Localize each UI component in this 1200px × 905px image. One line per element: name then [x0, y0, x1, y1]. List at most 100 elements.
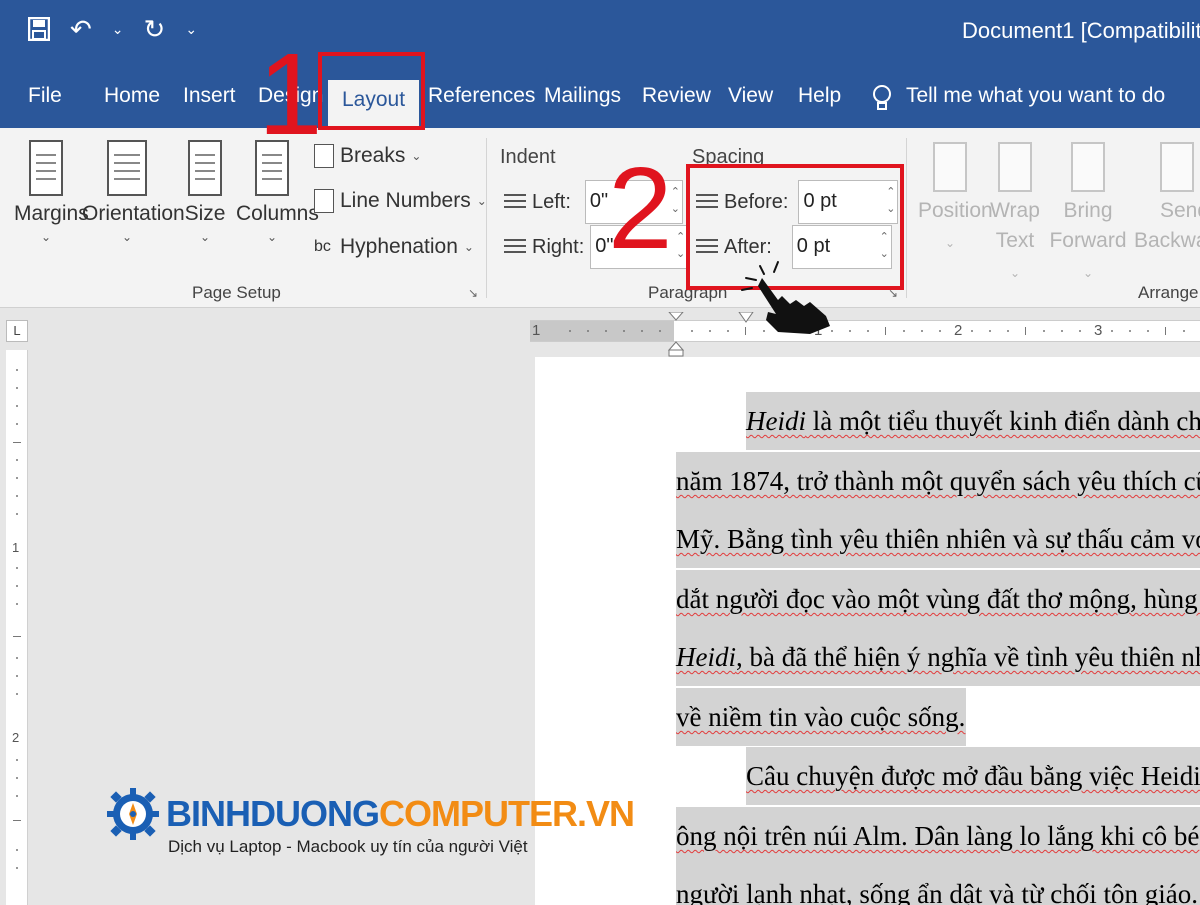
- tab-insert[interactable]: Insert: [183, 84, 236, 108]
- doc-line: người lạnh nhạt, sống ẩn dật và từ chối …: [676, 865, 1200, 905]
- doc-text: người lạnh nhạt, sống ẩn dật và từ chối …: [676, 879, 1200, 905]
- page-setup-group-label: Page Setup: [192, 283, 281, 302]
- tell-me-box[interactable]: Tell me what you want to do: [872, 84, 1165, 118]
- bring-forward-button[interactable]: Bring Forward ⌄: [1046, 142, 1130, 288]
- tab-help[interactable]: Help: [798, 84, 841, 108]
- tab-selector[interactable]: L: [6, 320, 28, 342]
- indent-left-icon: [504, 192, 526, 212]
- indent-right-label: Right:: [532, 235, 585, 258]
- document-page[interactable]: Heidi là một tiểu thuyết kinh điển dành …: [535, 357, 1200, 905]
- horizontal-ruler[interactable]: 1 1 2 3: [530, 320, 1200, 342]
- vertical-ruler[interactable]: 1 2: [6, 350, 28, 905]
- brand-name: BINHDUONGCOMPUTER.VN: [166, 793, 635, 835]
- doc-text: Câu chuyện được mở đầu bằng việc Heidi: [746, 761, 1200, 791]
- doc-text: , bà đã thể hiện ý nghĩa về tình yêu thi…: [736, 642, 1200, 672]
- position-icon: [933, 142, 967, 192]
- hand-pointer-icon: [741, 261, 830, 334]
- undo-icon[interactable]: ↶: [70, 14, 92, 44]
- page-setup-launcher-icon[interactable]: ↘: [468, 286, 478, 300]
- tab-mailings[interactable]: Mailings: [544, 84, 621, 108]
- doc-line: dắt người đọc vào một vùng đất thơ mộng,…: [676, 570, 1200, 628]
- doc-text: Mỹ. Bằng tình yêu thiên nhiên và sự thấu…: [676, 524, 1200, 554]
- doc-text: dắt người đọc vào một vùng đất thơ mộng,…: [676, 584, 1200, 614]
- position-label: Position: [918, 199, 993, 222]
- wrap-text-button[interactable]: Wrap Text ⌄: [988, 142, 1042, 288]
- size-label: Size: [184, 202, 226, 225]
- wrap-text-icon: [998, 142, 1032, 192]
- position-button[interactable]: Position ⌄: [918, 142, 993, 258]
- doc-line: năm 1874, trở thành một quyển sách yêu t…: [676, 452, 1200, 510]
- tab-file[interactable]: File: [28, 84, 62, 108]
- wrap-text-label-2: Text: [995, 229, 1035, 252]
- title-bar: ↶ ⌄ ↻ ⌄ Document1 [Compatibility Mo File…: [0, 0, 1200, 128]
- tab-references[interactable]: References: [428, 84, 535, 108]
- indent-marker-icon[interactable]: [666, 312, 686, 358]
- doc-text: ông nội trên núi Alm. Dân làng lo lắng k…: [676, 821, 1200, 851]
- brand-tagline: Dịch vụ Laptop - Macbook uy tín của ngườ…: [168, 837, 528, 856]
- tab-view[interactable]: View: [728, 84, 773, 108]
- hyphenation-icon: bc: [314, 238, 331, 255]
- ruler-ticks: [569, 327, 1185, 335]
- chevron-down-icon: ⌄: [1009, 266, 1021, 280]
- size-icon: [188, 140, 222, 196]
- spin-arrows-icon[interactable]: ⌃ ⌄: [676, 229, 685, 263]
- indent-left-label: Left:: [532, 190, 571, 213]
- line-numbers-label: Line Numbers: [340, 189, 471, 212]
- wrap-text-label-1: Wrap: [990, 199, 1040, 222]
- chevron-down-icon: ⌄: [463, 240, 474, 254]
- orientation-label: Orientation: [82, 202, 185, 225]
- send-backward-icon: [1160, 142, 1194, 192]
- tell-me-text: Tell me what you want to do: [906, 84, 1166, 107]
- doc-line: ông nội trên núi Alm. Dân làng lo lắng k…: [676, 807, 1200, 865]
- chevron-down-icon: ⌄: [266, 230, 278, 244]
- margins-icon: [29, 140, 63, 196]
- orientation-icon: [107, 140, 147, 196]
- size-button[interactable]: Size ⌄: [184, 140, 226, 244]
- step-2-number: 2: [608, 143, 673, 273]
- brand-part-1: BINHDUONG: [166, 793, 380, 834]
- customize-qat-icon[interactable]: ⌄: [185, 14, 197, 44]
- step-1-number: 1: [258, 29, 323, 159]
- doc-line: Heidi, bà đã thể hiện ý nghĩa về tình yê…: [676, 628, 1200, 686]
- chevron-down-icon: ⌄: [411, 149, 422, 163]
- bring-forward-icon: [1071, 142, 1105, 192]
- tab-review[interactable]: Review: [642, 84, 711, 108]
- group-separator: [906, 138, 907, 298]
- margins-label: Margins: [14, 202, 89, 225]
- line-numbers-icon: [314, 189, 334, 213]
- doc-text: là một tiểu thuyết kinh điển dành cho: [806, 406, 1200, 436]
- orientation-button[interactable]: Orientation ⌄: [82, 140, 185, 244]
- line-numbers-button[interactable]: Line Numbers ⌄: [314, 189, 487, 213]
- breaks-button[interactable]: Breaks ⌄: [314, 144, 421, 168]
- chevron-down-icon: ⌄: [1082, 266, 1094, 280]
- redo-icon[interactable]: ↻: [144, 14, 166, 44]
- breaks-label: Breaks: [340, 144, 406, 167]
- indent-right-icon: [504, 237, 526, 257]
- doc-text: năm 1874, trở thành một quyển sách yêu t…: [676, 466, 1200, 496]
- doc-line: Heidi là một tiểu thuyết kinh điển dành …: [746, 392, 1200, 450]
- hyphenation-button[interactable]: bc Hyphenation ⌄: [314, 235, 474, 259]
- save-icon[interactable]: [28, 17, 50, 41]
- send-backward-label-2: Backwar: [1134, 229, 1200, 252]
- doc-line: về niềm tin vào cuộc sống.: [676, 688, 966, 746]
- columns-label: Columns: [236, 202, 319, 225]
- doc-line: Mỹ. Bằng tình yêu thiên nhiên và sự thấu…: [676, 510, 1200, 568]
- tab-home[interactable]: Home: [104, 84, 160, 108]
- bring-forward-label-1: Bring: [1063, 199, 1113, 222]
- doc-line: Câu chuyện được mở đầu bằng việc Heidi: [746, 747, 1200, 805]
- chevron-down-icon: ⌄: [121, 230, 133, 244]
- layout-tab-highlight: [318, 52, 425, 130]
- group-separator: [486, 138, 487, 298]
- hyphenation-label: Hyphenation: [340, 235, 458, 258]
- quick-access-toolbar: ↶ ⌄ ↻ ⌄: [28, 14, 197, 44]
- chevron-down-icon: ⌄: [199, 230, 211, 244]
- lightbulb-icon: [872, 84, 892, 118]
- ribbon: Margins ⌄ Orientation ⌄ Size ⌄ Columns ⌄…: [0, 128, 1200, 308]
- brand-part-2: COMPUTER.VN: [379, 793, 635, 834]
- chevron-down-icon: ⌄: [40, 230, 52, 244]
- undo-dropdown-icon[interactable]: ⌄: [112, 14, 124, 44]
- ribbon-tabs: File Home Insert Design Layout Reference…: [0, 80, 1200, 128]
- doc-text: về niềm tin vào cuộc sống.: [676, 702, 966, 732]
- send-backward-button[interactable]: Send Backwar: [1134, 142, 1200, 256]
- margins-button[interactable]: Margins ⌄: [14, 140, 89, 244]
